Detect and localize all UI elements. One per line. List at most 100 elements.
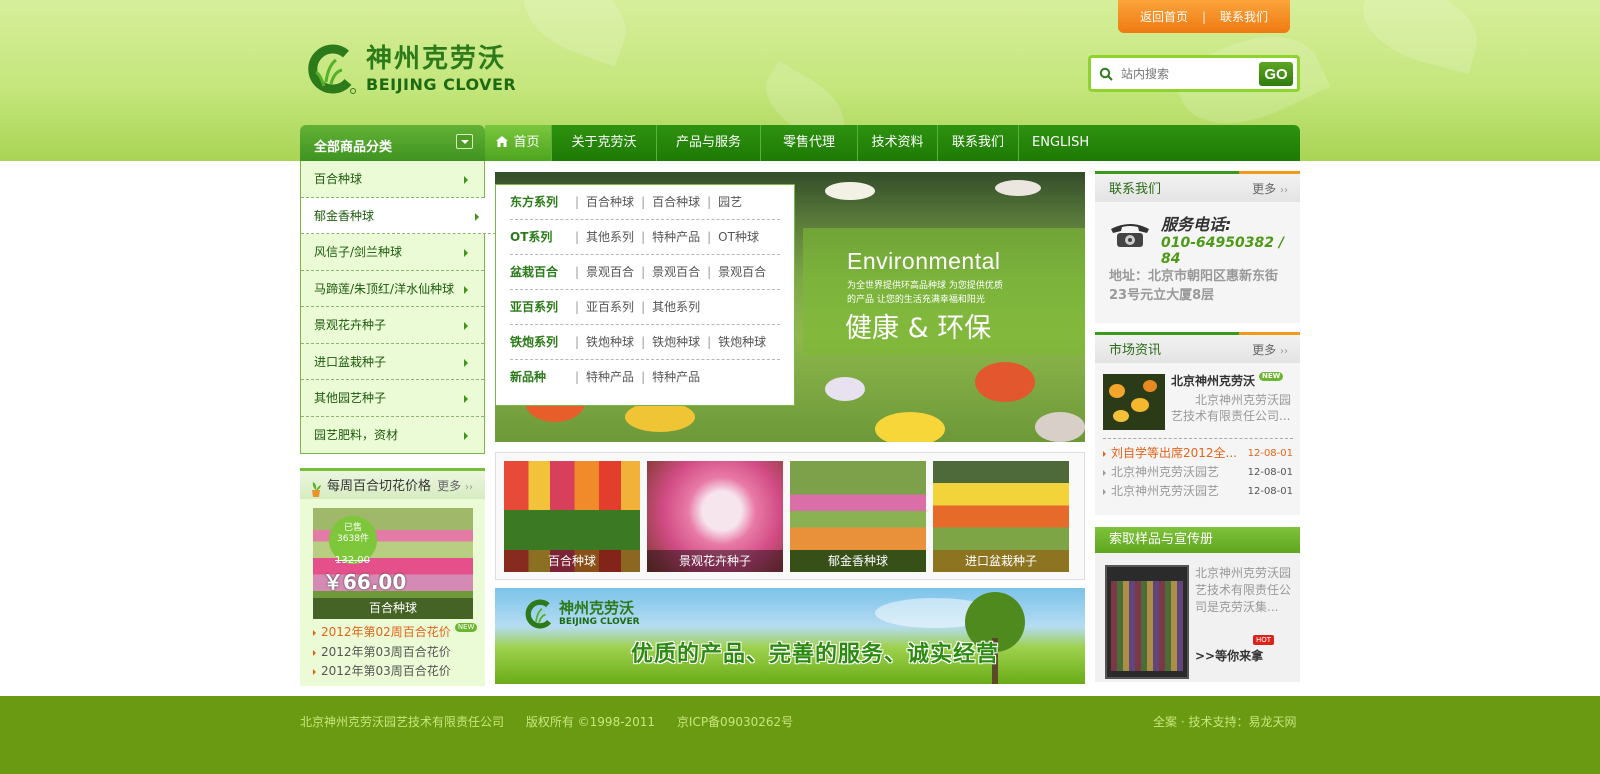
flyout-separator: | [641,195,646,209]
nav-item-home[interactable]: 首页 [485,125,552,161]
category-item[interactable]: 风信子/剑兰种球 [301,234,484,271]
flyout-series-label[interactable]: 盆栽百合 [510,255,568,289]
nav-item-products[interactable]: 产品与服务 [657,125,761,161]
flyout-link[interactable]: 铁炮种球 [718,335,766,349]
sample-title: 索取样品与宣传册 [1095,527,1300,553]
sample-desc: 北京神州克劳沃园艺技术有限责任公司是克劳沃集... [1195,566,1292,614]
banner2-slogan: 优质的产品、完善的服务、诚实经营 [631,642,1000,667]
address: 地址：北京市朝阳区惠新东街23号元立大厦8层 [1109,269,1279,303]
new-badge: NEW [454,623,478,632]
search-go-button[interactable]: GO [1259,62,1293,86]
category-menu-header[interactable]: 全部商品分类 [300,125,485,161]
flyout-link[interactable]: 其他系列 [586,230,634,244]
potted-plant-icon [310,478,322,509]
category-menu-title: 全部商品分类 [314,140,393,155]
flyout-link[interactable]: 百合种球 [586,195,634,209]
thumb-landscape-seeds[interactable]: 景观花卉种子 [647,461,783,572]
thumb-caption: 进口盆栽种子 [933,550,1069,572]
thumb-lily-bulb[interactable]: 百合种球 [504,461,640,572]
flyout-link[interactable]: 其他系列 [652,300,700,314]
old-price: 132.00 [335,555,370,566]
list-item[interactable]: 2012年第03周百合花价 [313,643,478,663]
flyout-separator: | [707,265,712,279]
nav-item-english[interactable]: ENGLISH [1019,125,1119,161]
category-item[interactable]: 百合种球 [301,161,484,198]
chevron-down-icon[interactable] [456,134,473,149]
nav-item-tech[interactable]: 技术资料 [858,125,938,161]
flyout-series-label[interactable]: 东方系列 [510,185,568,219]
news-title: 市场资讯 [1109,343,1162,358]
contact-link[interactable]: 联系我们 [1220,8,1268,25]
news-feature-desc: 北京神州克劳沃园艺技术有限责任公司... [1171,393,1292,423]
list-item[interactable]: 2012年第02周百合花价 NEW [313,623,478,643]
news-date: 12-08-01 [1247,486,1293,497]
nav-item-retail[interactable]: 零售代理 [761,125,858,161]
flyout-separator: | [641,265,646,279]
flyout-link[interactable]: 特种产品 [586,370,634,384]
thumb-tulip-bulb[interactable]: 郁金香种球 [790,461,926,572]
flyout-link[interactable]: 百合种球 [652,195,700,209]
contact-more-link[interactable]: 更多 ›› [1252,174,1288,206]
flyout-series-label[interactable]: OT系列 [510,220,568,254]
search-input[interactable] [1121,66,1253,81]
banner-title: 健康 & 环保 [845,313,992,344]
banner2-logo-en: BEIJING CLOVER [559,617,640,627]
flyout-separator: | [707,195,712,209]
thumb-potted-seeds[interactable]: 进口盆栽种子 [933,461,1069,572]
news-item[interactable]: 北京神州克劳沃园艺 12-08-01 [1103,463,1293,482]
new-badge: NEW [1259,372,1284,381]
flyout-separator: | [707,230,712,244]
footer: 北京神州克劳沃园艺技术有限责任公司 版权所有 ©1998-2011 京ICP备0… [0,690,1600,774]
category-item[interactable]: 马蹄莲/朱顶红/洋水仙种球 [301,271,484,307]
thumb-caption: 郁金香种球 [790,550,926,572]
flyout-link[interactable]: OT种球 [718,230,759,244]
flyout-link[interactable]: 特种产品 [652,230,700,244]
flyout-series-label[interactable]: 新品种 [510,360,568,394]
weekly-product-image[interactable]: 已售 3638件 132.00 ￥66.00 百合种球 [313,508,473,619]
category-list: 百合种球 郁金香种球 风信子/剑兰种球 马蹄莲/朱顶红/洋水仙种球 景观花卉种子… [300,161,496,454]
contact-title: 联系我们 [1109,182,1162,197]
category-item[interactable]: 景观花卉种子 [301,307,484,344]
news-more-link[interactable]: 更多 ›› [1252,335,1288,367]
leaf-decoration [1352,0,1488,75]
flyout-link[interactable]: 亚百系列 [586,300,634,314]
sample-request-box: 索取样品与宣传册 北京神州克劳沃园艺技术有限责任公司是克劳沃集... HOT >… [1095,527,1300,682]
weekly-more-link[interactable]: 更多 ›› [437,471,473,503]
flyout-link[interactable]: 铁炮种球 [652,335,700,349]
category-item[interactable]: 进口盆栽种子 [301,344,484,380]
nav-item-about[interactable]: 关于克劳沃 [552,125,657,161]
news-item[interactable]: 北京神州克劳沃园艺 12-08-01 [1103,482,1293,501]
category-item[interactable]: 园艺肥料，资材 [301,417,484,454]
nav-item-label: 首页 [513,135,540,150]
nav-item-contact[interactable]: 联系我们 [938,125,1019,161]
flyout-separator: | [575,370,580,384]
news-feature-image[interactable] [1103,374,1165,430]
flyout-row: 铁炮系列 | 铁炮种球 | 铁炮种球 | 铁炮种球 [510,325,780,360]
home-icon [496,126,509,162]
flyout-separator: | [707,335,712,349]
list-item[interactable]: 2012年第03周百合花价 [313,662,478,682]
home-link[interactable]: 返回首页 [1140,8,1188,25]
category-item[interactable]: 其他园艺种子 [301,380,484,417]
site-logo[interactable]: 神州克劳沃 BEIJING CLOVER [306,40,546,98]
top-links: 返回首页 | 联系我们 [1118,0,1290,33]
flyout-link[interactable]: 景观百合 [652,265,700,279]
category-item-active[interactable]: 郁金香种球 [301,197,496,234]
contact-box: 联系我们 更多 ›› 服务电话: 010-64950382 / 84 地址：北京… [1095,171,1300,323]
footer-icp[interactable]: 京ICP备09030262号 [677,715,793,729]
weekly-lily-price-box: 每周百合切花价格 更多 ›› 已售 3638件 132.00 ￥66.00 百合… [300,468,485,686]
brochure-image[interactable] [1105,565,1189,679]
sample-get-link[interactable]: >>等你来拿 [1195,647,1263,664]
flyout-link[interactable]: 园艺 [718,195,742,209]
flyout-link[interactable]: 景观百合 [718,265,766,279]
flyout-link[interactable]: 特种产品 [652,370,700,384]
double-chevron-icon: ›› [465,482,473,493]
news-feature-title[interactable]: 北京神州克劳沃 NEW [1171,372,1284,389]
flyout-series-label[interactable]: 铁炮系列 [510,325,568,359]
footer-tech-support[interactable]: 全案 · 技术支持：易龙天网 [1153,713,1296,730]
flyout-link[interactable]: 铁炮种球 [586,335,634,349]
news-item[interactable]: 刘自学等出席2012全... 12-08-01 [1103,444,1293,463]
flyout-link[interactable]: 景观百合 [586,265,634,279]
flyout-series-label[interactable]: 亚百系列 [510,290,568,324]
slogan-banner[interactable]: 神州克劳沃 BEIJING CLOVER 优质的产品、完善的服务、诚实经营 [495,588,1085,684]
